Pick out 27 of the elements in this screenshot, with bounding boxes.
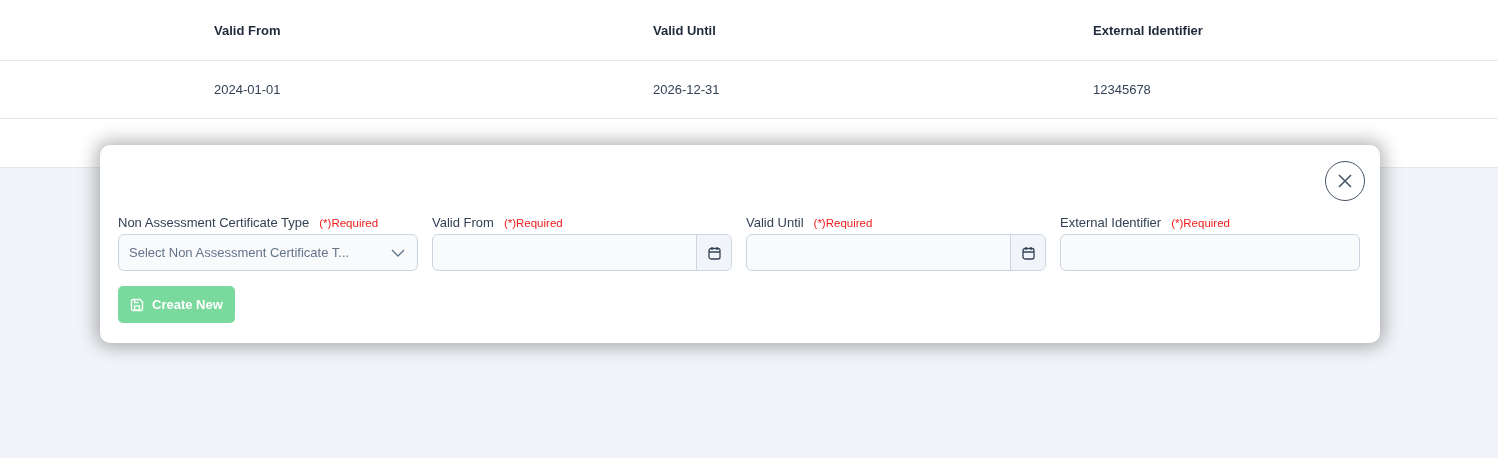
text-input[interactable] <box>1060 234 1360 271</box>
calendar-icon <box>707 245 721 260</box>
close-icon <box>1338 174 1352 188</box>
field-label: External Identifier <box>1060 215 1162 230</box>
calendar-button[interactable] <box>1010 235 1045 270</box>
required-note: (*)Required <box>813 217 873 229</box>
select-field[interactable]: Select Non Assessment Certificate T... <box>118 234 418 271</box>
required-note: (*)Required <box>503 217 563 229</box>
required-note: (*)Required <box>319 217 379 229</box>
table-cell-text: 12345678 <box>1093 82 1152 97</box>
save-icon <box>130 297 144 312</box>
calendar-button[interactable] <box>696 235 731 270</box>
calendar-icon <box>1021 245 1035 260</box>
chevron-down-icon <box>391 248 405 257</box>
date-field[interactable] <box>746 234 1046 271</box>
field-label: Valid From <box>432 215 494 230</box>
column-header: External Identifier <box>1093 22 1204 38</box>
select-placeholder: Select Non Assessment Certificate T... <box>129 245 350 260</box>
required-note: (*)Required <box>1171 217 1230 229</box>
column-header: Valid From <box>214 22 282 38</box>
table-cell-text: 2026-12-31 <box>653 82 721 97</box>
close-button[interactable] <box>1325 161 1365 201</box>
column-header: Valid Until <box>653 22 717 38</box>
field-label: Non Assessment Certificate Type <box>118 215 310 230</box>
table-cell-text: 2024-01-01 <box>214 82 282 97</box>
field-label: Valid Until <box>746 215 804 230</box>
date-field[interactable] <box>432 234 732 271</box>
